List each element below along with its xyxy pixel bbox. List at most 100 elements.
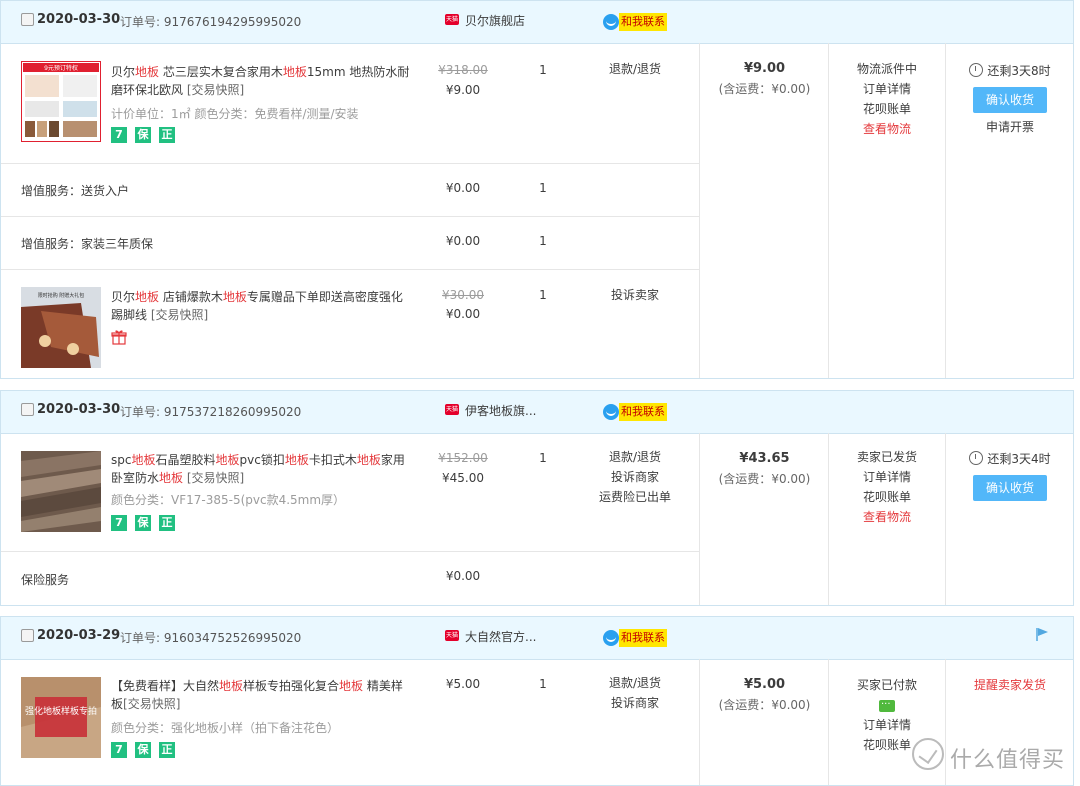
service-name: 增值服务：家装三年质保 xyxy=(21,237,154,251)
order-date: 2020-03-30 xyxy=(37,12,121,27)
order-total: ¥9.00 (含运费：¥0.00) xyxy=(701,59,828,99)
huabei-bill-link[interactable]: 花呗账单 xyxy=(829,487,945,507)
quantity: 1 xyxy=(539,288,547,302)
view-logistics-link[interactable]: 查看物流 xyxy=(829,119,945,139)
order-checkbox[interactable] xyxy=(21,13,34,26)
order-number: 订单号: 917537218260995020 xyxy=(120,403,301,420)
refund-link[interactable]: 退款/退货 xyxy=(595,59,675,79)
order-number: 订单号: 916034752526995020 xyxy=(120,629,301,646)
flag-icon[interactable] xyxy=(1035,627,1049,641)
total-amount: ¥9.00 xyxy=(743,61,786,76)
confirm-receipt-button[interactable]: 确认收货 xyxy=(973,475,1047,501)
watermark-logo: 什么值得买 xyxy=(912,738,1072,774)
order-number-value: 917537218260995020 xyxy=(163,405,302,419)
shipping-insurance-link[interactable]: 运费险已出单 xyxy=(595,487,675,507)
chat-bubble-icon xyxy=(603,630,619,646)
confirm-receipt-button[interactable]: 确认收货 xyxy=(973,87,1047,113)
tmall-icon: 天猫 xyxy=(445,630,459,641)
total-amount: ¥43.65 xyxy=(739,451,790,466)
unit-price: ¥5.00 xyxy=(445,677,481,691)
guarantee-icon: 保 xyxy=(135,127,151,143)
product-thumbnail[interactable]: 强化地板样板专拍 xyxy=(21,677,101,758)
item-row: 强化地板样板专拍 【免费看样】大自然地板样板专拍强化复合地板 精美样板[交易快照… xyxy=(1,659,699,785)
original-price: ¥152.00 xyxy=(438,451,488,465)
product-name-link[interactable]: 贝尔地板 芯三层实木复合家用木地板15mm 地热防水耐磨环保北欧风 [交易快照] xyxy=(111,63,411,99)
complain-seller-link[interactable]: 投诉商家 xyxy=(595,467,675,487)
gift-icon xyxy=(111,330,127,345)
timer-icon xyxy=(969,63,984,77)
order-detail-link[interactable]: 订单详情 xyxy=(829,715,945,735)
product-name-link[interactable]: spc地板石晶塑胶料地板pvc锁扣地板卡扣式木地板家用卧室防水地板 [交易快照] xyxy=(111,451,406,487)
product-thumbnail[interactable]: 限时抢购 附赠大礼包 xyxy=(21,287,101,368)
status-text: 卖家已发货 xyxy=(856,450,917,464)
wechat-icon xyxy=(879,695,895,715)
product-thumbnail[interactable] xyxy=(21,451,101,532)
status-text: 买家已付款 xyxy=(856,678,917,692)
unit-price: ¥0.00 xyxy=(445,307,481,321)
order-header: 2020-03-30 订单号: 917676194295995020 天猫 贝尔… xyxy=(1,1,1073,44)
product-name-link[interactable]: 【免费看样】大自然地板样板专拍强化复合地板 精美样板[交易快照] xyxy=(111,677,411,713)
complain-seller-link[interactable]: 投诉卖家 xyxy=(595,285,675,305)
service-row: 增值服务：家装三年质保 ¥0.00 1 xyxy=(1,216,699,270)
item-row: 9元预订特权 贝尔地板 芯三层实木复合家用木地板15mm 地热防水耐磨环保北欧风… xyxy=(1,43,699,164)
order-operations: 还剩3天4时 确认收货 xyxy=(946,449,1074,505)
service-price: ¥0.00 xyxy=(445,569,481,583)
shop-name-link[interactable]: 伊客地板旗... xyxy=(465,402,536,419)
guarantee-icon: 保 xyxy=(135,515,151,531)
unit-price: ¥9.00 xyxy=(445,83,481,97)
order-card: 2020-03-30 订单号: 917676194295995020 天猫 贝尔… xyxy=(0,0,1074,379)
order-status: 卖家已发货 订单详情 花呗账单 查看物流 xyxy=(829,447,945,527)
product-sku: 颜色分类：强化地板小样（拍下备注花色） xyxy=(111,721,340,735)
shipping-fee: (含运费：¥0.00) xyxy=(718,472,811,486)
status-text: 物流派件中 xyxy=(856,62,917,76)
order-checkbox[interactable] xyxy=(21,629,34,642)
shop-name-link[interactable]: 大自然官方... xyxy=(465,628,536,645)
seven-day-return-icon: 7 xyxy=(111,742,127,758)
order-number-value: 917676194295995020 xyxy=(163,15,302,29)
order-detail-link[interactable]: 订单详情 xyxy=(829,467,945,487)
view-logistics-link[interactable]: 查看物流 xyxy=(829,507,945,527)
logo-icon xyxy=(912,738,944,770)
product-image: 限时抢购 附赠大礼包 xyxy=(21,287,101,368)
contact-label: 和我联系 xyxy=(619,13,667,31)
order-checkbox[interactable] xyxy=(21,403,34,416)
service-price: ¥0.00 xyxy=(445,181,481,195)
item-actions: 退款/退货 xyxy=(595,59,675,79)
item-actions: 退款/退货 投诉商家 运费险已出单 xyxy=(595,447,675,507)
huabei-bill-link[interactable]: 花呗账单 xyxy=(829,99,945,119)
refund-link[interactable]: 退款/退货 xyxy=(595,447,675,467)
invoice-link[interactable]: 申请开票 xyxy=(946,117,1074,137)
tmall-icon: 天猫 xyxy=(445,404,459,415)
total-amount: ¥5.00 xyxy=(743,677,786,692)
order-date: 2020-03-29 xyxy=(37,628,121,643)
product-name-link[interactable]: 贝尔地板 店铺爆款木地板专属赠品下单即送高密度强化踢脚线 [交易快照] xyxy=(111,288,411,324)
product-image: 9元预订特权 xyxy=(21,61,101,142)
watermark-text: 什么值得买 xyxy=(950,748,1066,773)
snapshot-link[interactable]: [交易快照] xyxy=(187,83,244,97)
snapshot-link[interactable]: [交易快照] xyxy=(187,471,244,485)
complain-seller-link[interactable]: 投诉商家 xyxy=(595,693,675,713)
order-operations: 还剩3天8时 确认收货 申请开票 xyxy=(946,61,1074,137)
snapshot-link[interactable]: [交易快照] xyxy=(151,308,208,322)
order-total: ¥43.65 (含运费：¥0.00) xyxy=(701,449,828,489)
product-sku: 颜色分类：VF17-385-5(pvc款4.5mm厚） xyxy=(111,493,346,507)
thumb-title: 限时抢购 附赠大礼包 xyxy=(38,292,85,299)
shop-name-link[interactable]: 贝尔旗舰店 xyxy=(465,12,525,29)
item-row: spc地板石晶塑胶料地板pvc锁扣地板卡扣式木地板家用卧室防水地板 [交易快照]… xyxy=(1,433,699,552)
service-row: 增值服务：送货入户 ¥0.00 1 xyxy=(1,163,699,217)
snapshot-link[interactable]: [交易快照] xyxy=(123,697,180,711)
countdown: 还剩3天4时 xyxy=(946,449,1074,469)
refund-link[interactable]: 退款/退货 xyxy=(595,673,675,693)
original-price: ¥30.00 xyxy=(442,288,484,302)
quantity: 1 xyxy=(539,451,547,465)
service-quantity: 1 xyxy=(539,181,547,195)
quantity: 1 xyxy=(539,677,547,691)
original-price: ¥318.00 xyxy=(438,63,488,77)
product-thumbnail[interactable]: 9元预订特权 xyxy=(21,61,101,142)
order-detail-link[interactable]: 订单详情 xyxy=(829,79,945,99)
chat-bubble-icon xyxy=(603,14,619,30)
item-row: 限时抢购 附赠大礼包 贝尔地板 店铺爆款木地板专属赠品下单即送高密度强化踢脚线 … xyxy=(1,269,699,378)
service-name: 增值服务：送货入户 xyxy=(21,184,130,198)
remind-seller-link[interactable]: 提醒卖家发货 xyxy=(946,675,1074,695)
countdown: 还剩3天8时 xyxy=(946,61,1074,81)
